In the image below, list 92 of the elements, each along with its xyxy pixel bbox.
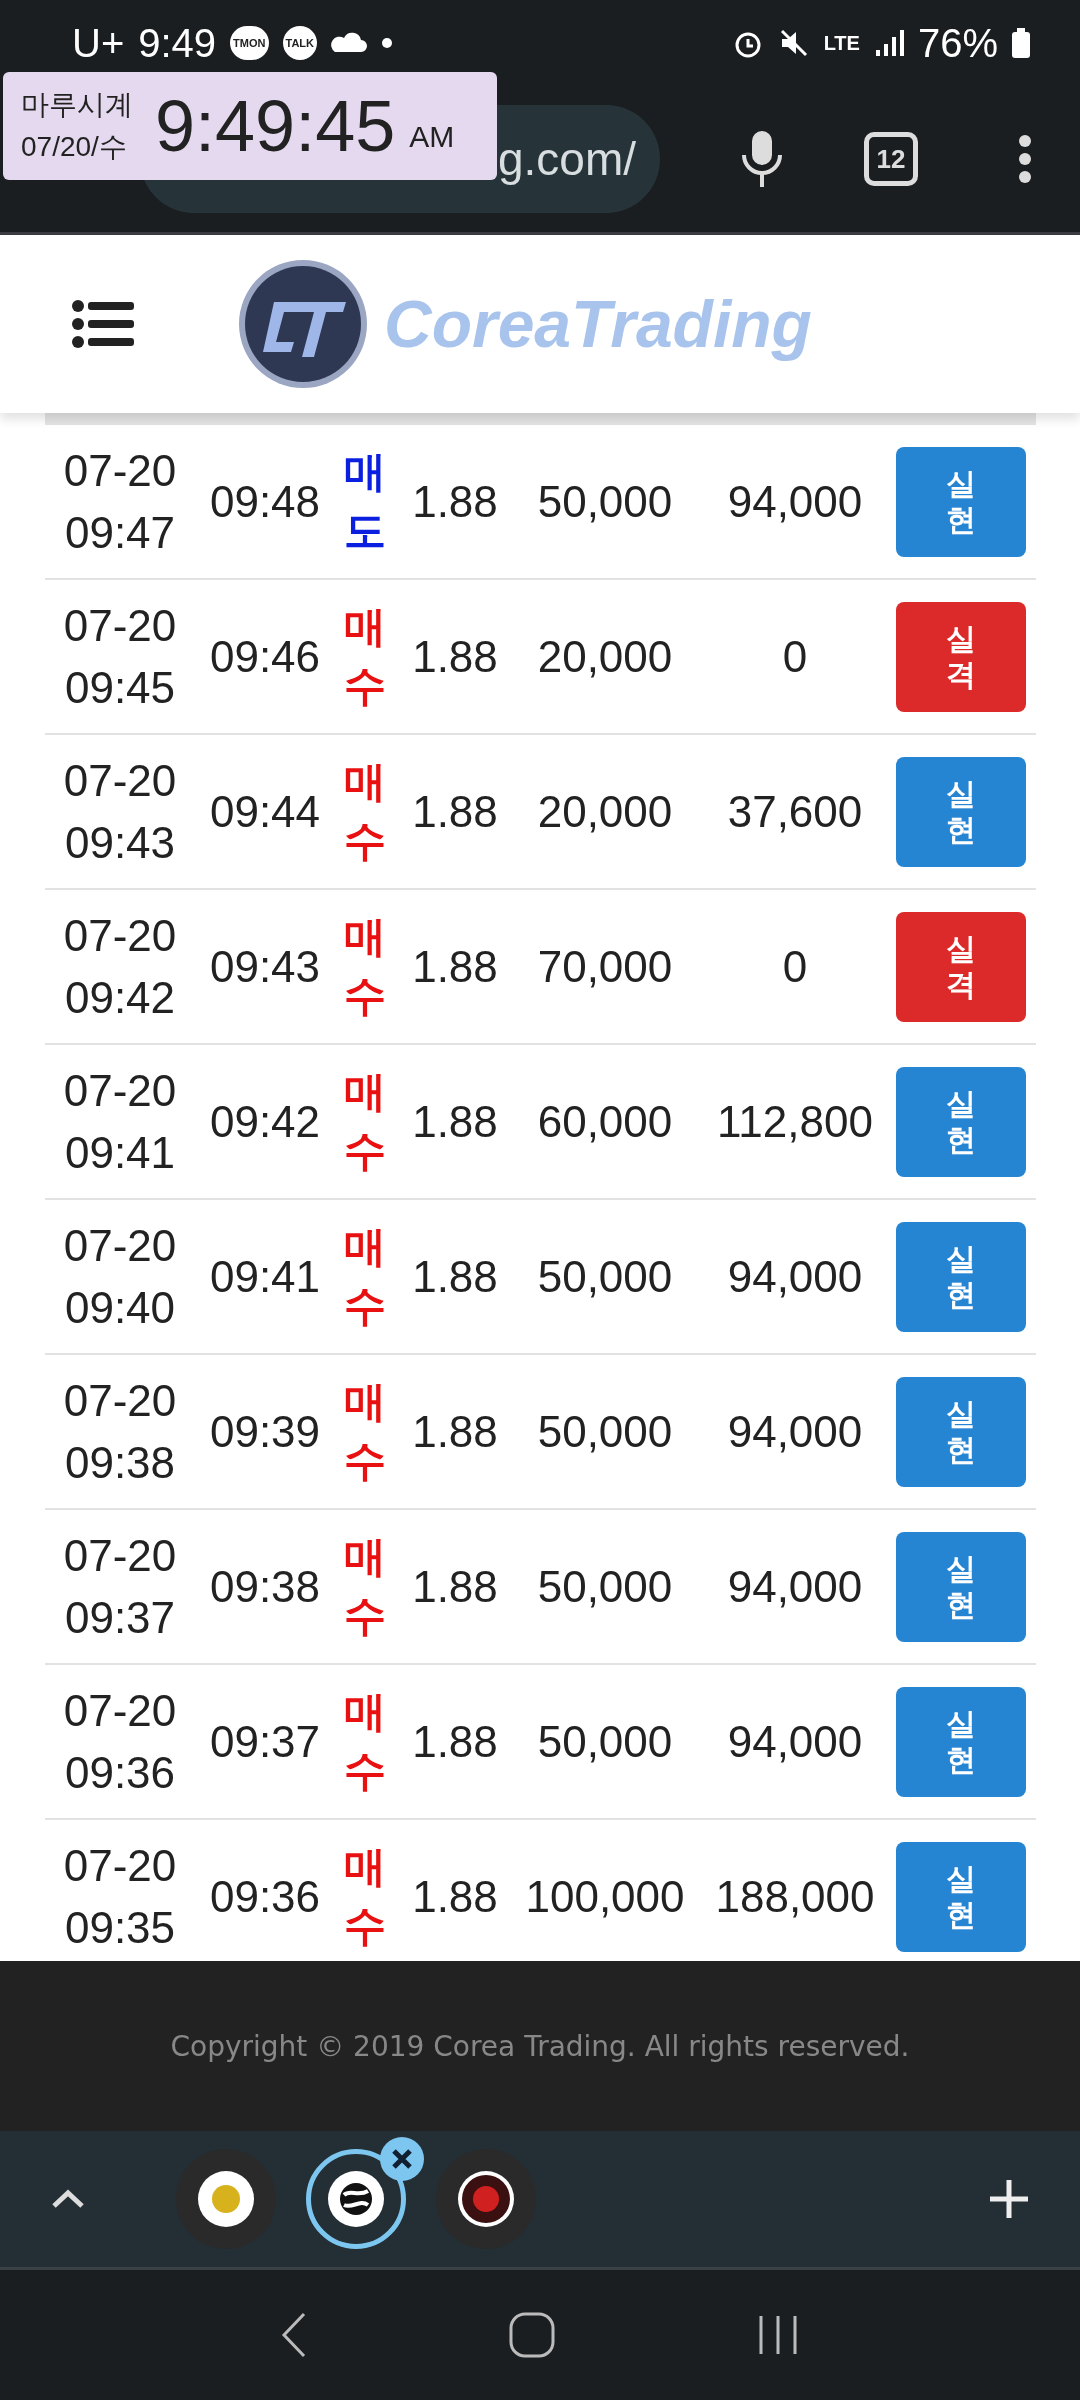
payout-amount: 94,000 xyxy=(726,1561,864,1612)
bet-amount: 20,000 xyxy=(536,631,674,682)
trade-side: 매수 xyxy=(344,1840,386,1952)
bet-amount: 50,000 xyxy=(536,1251,674,1302)
open-time: 09:36 xyxy=(64,1746,176,1799)
result-badge: 실격 xyxy=(896,911,1026,1022)
payout-amount: 94,000 xyxy=(726,1251,864,1302)
payout-amount: 37,600 xyxy=(726,786,864,837)
payout-amount: 0 xyxy=(781,631,809,682)
copyright-text: Copyright © 2019 Corea Trading. All rights reserved. xyxy=(170,2029,910,2063)
payout-amount: 0 xyxy=(781,941,809,992)
close-time: 09:42 xyxy=(208,1096,322,1147)
payout-amount: 94,000 xyxy=(726,1406,864,1457)
result-badge: 실현 xyxy=(896,446,1026,557)
open-time: 09:43 xyxy=(64,816,176,869)
open-date: 07-20 xyxy=(63,1064,177,1117)
app-notification-badge: TALK xyxy=(282,26,317,60)
open-date: 07-20 xyxy=(63,1839,177,1892)
bet-amount: 20,000 xyxy=(536,786,674,837)
bet-amount: 50,000 xyxy=(536,1716,674,1767)
clock-ampm: AM xyxy=(409,120,455,154)
trade-side: 매수 xyxy=(344,1220,386,1332)
open-date: 07-20 xyxy=(63,754,177,807)
result-badge: 실현 xyxy=(896,756,1026,867)
bet-amount: 50,000 xyxy=(536,476,674,527)
result-badge: 실격 xyxy=(896,601,1026,712)
open-date: 07-20 xyxy=(63,1684,177,1737)
trade-side: 매수 xyxy=(344,600,386,712)
payout-rate: 1.88 xyxy=(411,1406,499,1457)
result-badge: 실현 xyxy=(896,1531,1026,1642)
open-date: 07-20 xyxy=(63,1374,177,1427)
trade-side: 매수 xyxy=(344,1375,386,1487)
payout-rate: 1.88 xyxy=(411,631,499,682)
payout-amount: 112,800 xyxy=(716,1096,874,1147)
clock-name: 마루시계 xyxy=(21,88,133,122)
logo-text: CoreaTrading xyxy=(384,286,812,362)
bet-amount: 70,000 xyxy=(536,941,674,992)
payout-amount: 94,000 xyxy=(726,476,864,527)
payout-rate: 1.88 xyxy=(411,941,499,992)
close-time: 09:48 xyxy=(208,476,322,527)
status-time: 9:49 xyxy=(138,20,217,66)
result-badge: 실현 xyxy=(896,1841,1026,1952)
close-time: 09:43 xyxy=(208,941,322,992)
payout-amount: 94,000 xyxy=(726,1716,864,1767)
open-time: 09:38 xyxy=(64,1436,176,1489)
app-notification-badge: TMON xyxy=(230,26,269,60)
close-time: 09:39 xyxy=(208,1406,322,1457)
open-time: 09:35 xyxy=(64,1901,176,1954)
network-label: LTE xyxy=(823,31,860,55)
trade-side: 매수 xyxy=(344,1065,386,1177)
payout-rate: 1.88 xyxy=(411,1871,499,1922)
open-date: 07-20 xyxy=(63,909,177,962)
battery-level: 76% xyxy=(917,20,998,66)
payout-rate: 1.88 xyxy=(411,1561,499,1612)
trade-side: 매수 xyxy=(344,910,386,1022)
open-time: 09:42 xyxy=(64,971,176,1024)
payout-rate: 1.88 xyxy=(411,476,499,527)
carrier: U+ xyxy=(72,20,125,66)
open-time: 09:47 xyxy=(64,506,176,559)
open-time: 09:45 xyxy=(64,661,176,714)
open-date: 07-20 xyxy=(63,1529,177,1582)
close-time: 09:44 xyxy=(208,786,322,837)
clock-date: 07/20/수 xyxy=(21,130,128,164)
close-time: 09:37 xyxy=(208,1716,322,1767)
close-time: 09:36 xyxy=(208,1871,322,1922)
trade-side: 매수 xyxy=(344,755,386,867)
open-time: 09:40 xyxy=(64,1281,176,1334)
open-date: 07-20 xyxy=(63,444,177,497)
result-badge: 실현 xyxy=(896,1066,1026,1177)
result-badge: 실현 xyxy=(896,1376,1026,1487)
bet-amount: 50,000 xyxy=(536,1561,674,1612)
clock-time: 9:49:45 xyxy=(155,85,396,167)
close-time: 09:38 xyxy=(208,1561,322,1612)
result-badge: 실현 xyxy=(896,1221,1026,1332)
open-date: 07-20 xyxy=(63,599,177,652)
close-time: 09:41 xyxy=(208,1251,322,1302)
bet-amount: 60,000 xyxy=(536,1096,674,1147)
payout-rate: 1.88 xyxy=(411,1251,499,1302)
trade-side: 매수 xyxy=(344,1530,386,1642)
bet-amount: 100,000 xyxy=(524,1871,686,1922)
open-time: 09:37 xyxy=(64,1591,176,1644)
payout-rate: 1.88 xyxy=(411,1096,499,1147)
trade-side: 매수 xyxy=(344,1685,386,1797)
trade-side: 매도 xyxy=(344,445,386,557)
payout-amount: 188,000 xyxy=(714,1871,876,1922)
bet-amount: 50,000 xyxy=(536,1406,674,1457)
open-date: 07-20 xyxy=(63,1219,177,1272)
payout-rate: 1.88 xyxy=(411,786,499,837)
close-time: 09:46 xyxy=(208,631,322,682)
open-time: 09:41 xyxy=(64,1126,176,1179)
payout-rate: 1.88 xyxy=(411,1716,499,1767)
result-badge: 실현 xyxy=(896,1686,1026,1797)
